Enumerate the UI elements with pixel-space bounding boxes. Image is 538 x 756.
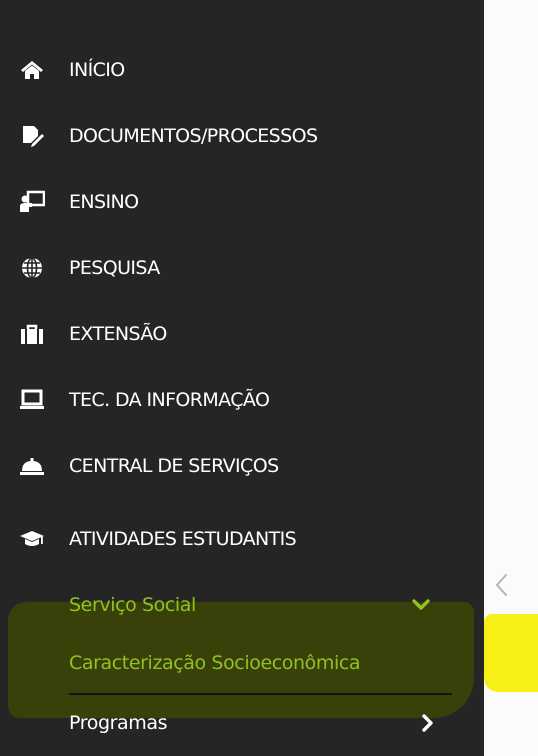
chevron-right-icon (418, 713, 438, 733)
submenu-programas[interactable]: Programas (0, 690, 484, 756)
menu-item-label: CENTRAL DE SERVIÇOS (69, 455, 279, 477)
service-bell-icon (19, 453, 45, 479)
menu-item-label: TEC. DA INFORMAÇÃO (69, 389, 270, 411)
menu-item-central-servicos[interactable]: CENTRAL DE SERVIÇOS (0, 433, 484, 499)
menu-item-label: ATIVIDADES ESTUDANTIS (69, 528, 297, 550)
menu-item-extensao[interactable]: EXTENSÃO (0, 301, 484, 367)
menu-item-tec-informacao[interactable]: TEC. DA INFORMAÇÃO (0, 367, 484, 433)
menu-item-atividades-estudantis[interactable]: ATIVIDADES ESTUDANTIS (0, 506, 484, 572)
page: INÍCIO DOCUMENTOS/PROCESSOS ENSINO PESQU… (0, 0, 538, 756)
menu-item-pesquisa[interactable]: PESQUISA (0, 235, 484, 301)
menu-item-label: INÍCIO (69, 59, 125, 81)
document-edit-icon (19, 123, 45, 149)
yellow-highlight-mark (484, 614, 538, 692)
submenu-servico-social[interactable]: Serviço Social (0, 572, 484, 638)
graduation-cap-icon (19, 526, 45, 552)
chevron-left-icon[interactable] (492, 572, 512, 602)
briefcase-icon (19, 321, 45, 347)
teacher-board-icon (19, 189, 45, 215)
submenu-label: Serviço Social (69, 594, 196, 616)
menu-item-label: ENSINO (69, 191, 139, 213)
laptop-icon (19, 387, 45, 413)
submenu-label: Programas (69, 712, 168, 734)
menu-item-label: PESQUISA (69, 257, 160, 279)
chevron-down-icon (411, 595, 431, 615)
menu-item-label: EXTENSÃO (69, 323, 167, 345)
submenu-label: Caracterização Socioeconômica (69, 652, 361, 674)
menu-item-documentos-processos[interactable]: DOCUMENTOS/PROCESSOS (0, 103, 484, 169)
submenu-caracterizacao-socioeconomica[interactable]: Caracterização Socioeconômica (0, 630, 484, 696)
home-icon (19, 57, 45, 83)
menu-item-inicio[interactable]: INÍCIO (0, 37, 484, 103)
menu-item-label: DOCUMENTOS/PROCESSOS (69, 125, 318, 147)
menu-item-ensino[interactable]: ENSINO (0, 169, 484, 235)
globe-icon (19, 255, 45, 281)
sidebar-menu: INÍCIO DOCUMENTOS/PROCESSOS ENSINO PESQU… (0, 0, 484, 756)
